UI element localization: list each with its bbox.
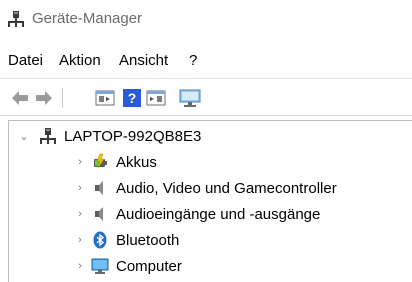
menu-bar: Datei Aktion Ansicht ? [0,50,412,72]
tree-item-computer[interactable]: › Computer [73,255,182,277]
bluetooth-icon [93,231,107,249]
tree-item-label: Audioeingänge und -ausgänge [116,205,321,223]
menu-aktion[interactable]: Aktion [59,52,101,69]
forward-arrow-icon[interactable] [34,88,54,108]
menu-datei[interactable]: Datei [8,52,43,69]
chevron-right-icon[interactable]: › [73,229,87,251]
toolbar: ? [0,78,412,116]
battery-icon [94,153,107,169]
tree-item-audio-video-gamecontroller[interactable]: › Audio, Video und Gamecontroller [73,177,337,199]
menu-ansicht[interactable]: Ansicht [119,52,168,69]
tree-item-akkus[interactable]: › Akkus [73,151,157,173]
scan-hardware-monitor-icon[interactable] [178,88,202,108]
chevron-right-icon[interactable]: › [73,203,87,225]
svg-text:?: ? [128,90,137,106]
chevron-right-icon[interactable]: › [73,177,87,199]
chevron-right-icon[interactable]: › [73,151,87,173]
speaker-icon [95,181,103,195]
monitor-icon [91,258,109,274]
tree-item-audio-inputs-outputs[interactable]: › Audioeingänge und -ausgänge [73,203,320,225]
tree-item-label: Bluetooth [116,231,180,249]
tree-item-bluetooth[interactable]: › Bluetooth [73,229,179,251]
properties-window-icon[interactable] [95,88,115,108]
chevron-down-icon[interactable]: ⌄ [17,125,31,147]
menu-help[interactable]: ? [189,52,197,69]
chevron-right-icon[interactable]: › [73,255,87,277]
computer-tower-icon [40,128,56,144]
tree-item-label: Audio, Video und Gamecontroller [116,179,337,197]
tree-root-laptop[interactable]: ⌄ LAPTOP-992QB8E3 [17,125,201,147]
back-arrow-icon[interactable] [10,88,30,108]
tree-item-label: Computer [116,257,182,275]
update-driver-window-icon[interactable] [146,88,166,108]
speaker-icon [95,207,103,221]
tree-item-label: Akkus [116,153,157,171]
help-icon[interactable]: ? [122,88,142,108]
device-manager-app-icon [8,11,24,27]
device-manager-window: Geräte-Manager Datei Aktion Ansicht ? ? [0,0,412,282]
toolbar-separator [62,88,63,108]
window-title: Geräte-Manager [32,10,143,27]
title-bar: Geräte-Manager [0,0,412,38]
tree-root-label: LAPTOP-992QB8E3 [64,127,202,145]
device-tree: ⌄ LAPTOP-992QB8E3 › Akkus › Audio, Video… [8,120,412,282]
